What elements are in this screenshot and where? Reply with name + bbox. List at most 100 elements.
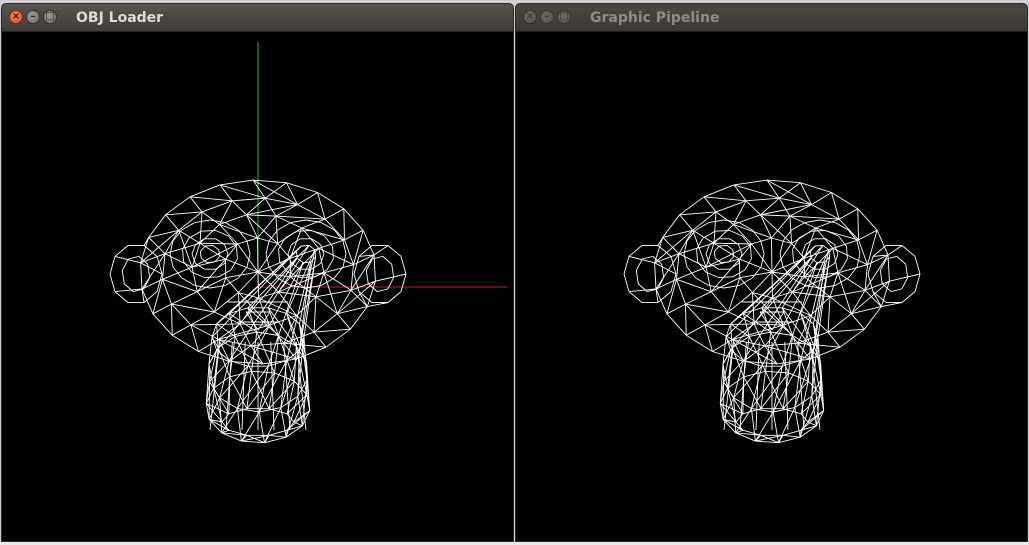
mesh-edge	[198, 339, 219, 352]
mesh-edge	[209, 219, 226, 224]
mesh-edge	[318, 239, 345, 249]
monkey-wireframe	[623, 179, 921, 444]
mesh-edge	[766, 179, 801, 184]
render-viewport[interactable]	[2, 32, 513, 541]
mesh-edge	[178, 211, 203, 231]
minimize-icon[interactable]: –	[26, 10, 40, 24]
mesh-edge	[864, 280, 890, 291]
mesh-edge	[872, 245, 887, 257]
mesh-edge	[628, 245, 643, 257]
mesh-edge	[230, 258, 238, 271]
mesh-edge	[825, 263, 835, 270]
mesh-edge	[391, 264, 395, 278]
mesh-edge	[778, 197, 791, 217]
mesh-edge	[308, 245, 316, 251]
mesh-edge	[666, 313, 687, 336]
mesh-edge	[400, 256, 407, 275]
wireframe-canvas	[109, 42, 507, 444]
mesh-edge	[679, 214, 694, 231]
titlebar[interactable]: × – □ Graphic Pipeline	[516, 4, 1027, 32]
close-icon[interactable]: ×	[523, 10, 537, 24]
mesh-edge	[216, 323, 219, 348]
mesh-edge	[297, 192, 318, 205]
mesh-edge	[277, 222, 291, 231]
mesh-edge	[121, 270, 125, 284]
mesh-edge	[896, 256, 906, 265]
mesh-edge	[140, 253, 166, 264]
render-viewport[interactable]	[516, 32, 1027, 541]
wireframe-canvas	[623, 179, 921, 444]
mesh-edge	[705, 267, 712, 292]
mesh-edge	[205, 364, 210, 404]
mesh-edge	[301, 244, 310, 247]
mesh-edge	[325, 328, 351, 348]
mesh-edge	[703, 196, 747, 202]
mesh-edge	[199, 224, 220, 244]
mesh-edge	[827, 328, 865, 333]
mesh-edge	[152, 279, 163, 314]
mesh-edge	[744, 258, 752, 271]
mesh-edge	[733, 184, 747, 202]
mesh-edge	[128, 255, 139, 260]
mesh-edge	[714, 245, 720, 252]
mesh-edge	[387, 291, 402, 303]
mesh-edge	[760, 197, 780, 216]
mesh-edge	[375, 273, 407, 282]
mesh-edge	[162, 279, 172, 305]
mesh-edge	[232, 197, 266, 202]
mesh-edge	[278, 249, 280, 262]
mesh-edge	[759, 311, 773, 331]
mesh-edge	[703, 196, 717, 213]
maximize-icon[interactable]: □	[43, 10, 57, 24]
mesh-edge	[290, 219, 307, 224]
mesh-edge	[719, 364, 724, 404]
mesh-edge	[827, 296, 831, 333]
mesh-edge	[313, 313, 338, 333]
mesh-edge	[140, 262, 163, 275]
window-controls: × – □	[523, 10, 571, 24]
mesh-edge	[336, 290, 352, 314]
mesh-edge	[703, 184, 735, 198]
mesh-edge	[165, 214, 180, 231]
mesh-edge	[190, 324, 219, 340]
mesh-edge	[713, 224, 734, 244]
mesh-edge	[702, 230, 716, 239]
mesh-edge	[205, 244, 214, 247]
mesh-edge	[218, 324, 270, 340]
mesh-edge	[732, 323, 755, 340]
titlebar[interactable]: × – □ OBJ Loader	[2, 4, 513, 32]
mesh-edge	[715, 211, 734, 225]
mesh-edge	[887, 245, 903, 256]
mesh-edge	[265, 240, 270, 255]
mesh-edge	[832, 239, 859, 249]
graphic-pipeline-window[interactable]: × – □ Graphic Pipeline	[515, 3, 1028, 542]
mesh-edge	[377, 288, 388, 293]
mesh-edge	[857, 208, 859, 240]
close-icon[interactable]: ×	[9, 10, 23, 24]
mesh-edge	[735, 413, 744, 423]
mesh-edge	[760, 214, 790, 217]
obj-loader-window[interactable]: × – □ OBJ Loader	[1, 3, 514, 542]
mesh-edge	[745, 200, 761, 216]
mesh-edge	[708, 219, 725, 224]
mesh-edge	[686, 266, 697, 279]
mesh-edge	[190, 323, 241, 326]
mesh-edge	[367, 302, 389, 308]
mesh-edge	[332, 246, 334, 259]
mesh-edge	[221, 413, 230, 423]
mesh-edge	[719, 244, 728, 247]
window-title: OBJ Loader	[76, 10, 164, 26]
minimize-icon[interactable]: –	[540, 10, 554, 24]
mesh-edge	[246, 214, 276, 217]
mesh-edge	[190, 311, 215, 326]
mesh-edge	[171, 291, 198, 305]
maximize-icon[interactable]: □	[557, 10, 571, 24]
mesh-edge	[293, 421, 303, 427]
mesh-edge	[850, 313, 865, 330]
mesh-edge	[713, 242, 752, 245]
mesh-edge	[237, 266, 248, 279]
mesh-edge	[771, 271, 773, 299]
mesh-edge	[797, 341, 805, 431]
mesh-edge	[654, 262, 657, 290]
mesh-edge	[718, 276, 733, 278]
